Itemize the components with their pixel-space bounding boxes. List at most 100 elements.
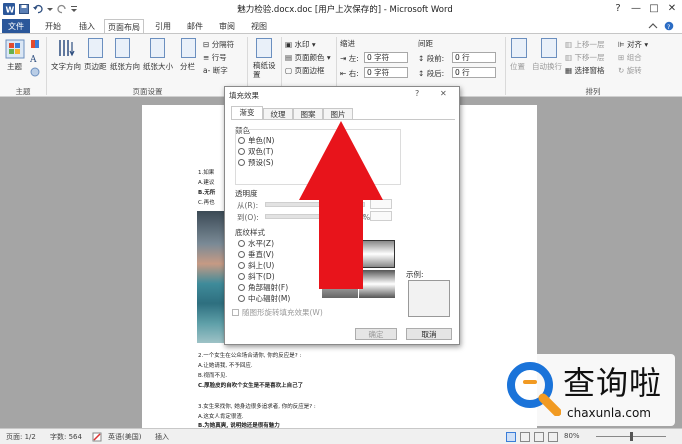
collapse-ribbon-icon[interactable] xyxy=(648,22,658,31)
rotate-fill-label: 随图形旋转填充效果(W) xyxy=(242,308,323,317)
zoom-thumb[interactable] xyxy=(630,432,633,441)
radio-vertical[interactable] xyxy=(238,251,245,258)
close-button[interactable]: ✕ xyxy=(664,2,680,16)
rotate-fill-checkbox[interactable] xyxy=(232,309,239,316)
radio-diagonal-down[interactable] xyxy=(238,273,245,280)
tab-page-layout[interactable]: 页面布局 xyxy=(104,19,144,34)
position-icon[interactable] xyxy=(511,38,527,58)
spacing-before-input[interactable]: 0 行 xyxy=(452,52,496,63)
rotate-button[interactable]: ↻ 旋转 xyxy=(618,65,642,76)
spacing-after-icon: ↕ xyxy=(418,69,425,78)
watermark-icon: ▣ xyxy=(285,40,293,49)
cancel-button[interactable]: 取消 xyxy=(406,328,452,340)
page-borders-button[interactable]: ▢ 页面边框 xyxy=(285,65,324,76)
outline-icon[interactable] xyxy=(548,432,558,442)
insert-mode[interactable]: 插入 xyxy=(155,432,169,442)
theme-effects-icon[interactable] xyxy=(30,67,40,77)
theme-fonts-icon[interactable]: A xyxy=(30,53,40,63)
radio-two-colors[interactable] xyxy=(238,148,245,155)
bring-forward-icon: ▥ xyxy=(565,40,573,49)
text-direction-label[interactable]: 文字方向 xyxy=(51,61,81,72)
align-button[interactable]: ⊫ 对齐 ▾ xyxy=(618,39,648,50)
help-button[interactable]: ? xyxy=(610,2,626,16)
group-label: 组合 xyxy=(626,53,642,62)
horizontal-label: 水平(Z) xyxy=(248,239,274,248)
radio-from-center[interactable] xyxy=(238,295,245,302)
doc-line: A.建议 xyxy=(198,180,215,186)
save-icon[interactable] xyxy=(18,3,30,15)
send-backward-button[interactable]: ▥ 下移一层 xyxy=(565,52,604,63)
ok-button[interactable]: 确定 xyxy=(355,328,397,340)
breaks-button[interactable]: ⊟ 分隔符 xyxy=(203,39,234,50)
theme-colors-icon[interactable] xyxy=(30,39,40,49)
manuscript-label[interactable]: 稿纸设置 xyxy=(253,61,277,79)
page-color-button[interactable]: ▤ 页面颜色 ▾ xyxy=(285,52,331,63)
tab-file[interactable]: 文件 xyxy=(2,19,30,34)
language[interactable]: 英语(美国) xyxy=(108,432,141,442)
position-label[interactable]: 位置 xyxy=(510,61,525,72)
columns-label[interactable]: 分栏 xyxy=(180,61,195,72)
indent-left-input[interactable]: 0 字符 xyxy=(364,52,408,63)
tab-mailings[interactable]: 邮件 xyxy=(182,19,208,34)
customize-qat-icon[interactable] xyxy=(70,3,78,15)
page-borders-icon: ▢ xyxy=(285,66,293,75)
indent-right-icon: ⇤ xyxy=(340,69,347,78)
line-numbers-button[interactable]: ≡ 行号 xyxy=(203,52,227,63)
tab-references[interactable]: 引用 xyxy=(150,19,176,34)
zoom-level[interactable]: 80% xyxy=(564,432,580,440)
page-count[interactable]: 页面: 1/2 xyxy=(6,432,36,442)
watermark-brand: 查询啦 xyxy=(563,364,663,402)
full-screen-reading-icon[interactable] xyxy=(520,432,530,442)
radio-horizontal[interactable] xyxy=(238,240,245,247)
print-layout-icon[interactable] xyxy=(506,432,516,442)
manuscript-icon[interactable] xyxy=(256,38,272,58)
group-label-arrange: 排列 xyxy=(585,87,601,96)
group-button[interactable]: ⊞ 组合 xyxy=(618,52,642,63)
proofing-icon[interactable] xyxy=(92,432,102,442)
status-bar: 页面: 1/2 字数: 564 英语(美国) 插入 80% xyxy=(0,428,682,444)
dialog-help-button[interactable]: ? xyxy=(415,89,419,98)
spacing-after-input[interactable]: 0 行 xyxy=(452,67,496,78)
maximize-button[interactable]: □ xyxy=(646,2,662,16)
radio-single-color[interactable] xyxy=(238,137,245,144)
dialog-close-button[interactable]: ✕ xyxy=(440,89,447,98)
margins-icon[interactable] xyxy=(88,38,103,58)
wrap-text-icon[interactable] xyxy=(541,38,557,58)
selection-pane-icon: ▦ xyxy=(565,66,573,75)
spacing-before-icon: ↕ xyxy=(418,54,425,63)
watermark-button[interactable]: ▣ 水印 ▾ xyxy=(285,39,316,50)
bring-forward-button[interactable]: ▥ 上移一层 xyxy=(565,39,604,50)
orientation-icon[interactable] xyxy=(115,38,130,58)
transparency-section-label: 透明度 xyxy=(235,189,258,198)
undo-dropdown-icon[interactable] xyxy=(46,3,54,15)
tab-home[interactable]: 开始 xyxy=(40,19,66,34)
text-direction-icon[interactable] xyxy=(56,37,78,59)
group-separator xyxy=(46,37,47,95)
themes-button[interactable] xyxy=(4,38,26,62)
web-layout-icon[interactable] xyxy=(534,432,544,442)
wrap-text-label[interactable]: 自动换行 xyxy=(532,61,562,72)
undo-icon[interactable] xyxy=(32,3,44,15)
doc-line: C.再也 xyxy=(198,200,215,206)
tab-gradient[interactable]: 渐变 xyxy=(231,106,263,120)
size-icon[interactable] xyxy=(150,38,165,58)
help-circle-icon[interactable]: ? xyxy=(664,21,674,31)
radio-from-corner[interactable] xyxy=(238,284,245,291)
tab-review[interactable]: 审阅 xyxy=(214,19,240,34)
indent-title: 缩进 xyxy=(340,39,355,48)
hyphenation-button[interactable]: a- 断字 xyxy=(203,65,228,76)
redo-icon[interactable] xyxy=(56,3,68,15)
size-label[interactable]: 纸张大小 xyxy=(143,61,173,72)
margins-label[interactable]: 页边距 xyxy=(84,61,107,72)
orientation-label[interactable]: 纸张方向 xyxy=(110,61,140,72)
word-count[interactable]: 字数: 564 xyxy=(50,432,82,442)
word-app-icon[interactable]: W xyxy=(3,3,15,15)
selection-pane-button[interactable]: ▦ 选择窗格 xyxy=(565,65,604,76)
radio-preset[interactable] xyxy=(238,159,245,166)
minimize-button[interactable]: — xyxy=(628,2,644,16)
indent-right-input[interactable]: 0 字符 xyxy=(364,67,408,78)
radio-diagonal-up[interactable] xyxy=(238,262,245,269)
tab-view[interactable]: 视图 xyxy=(246,19,272,34)
columns-icon[interactable] xyxy=(181,38,196,58)
tab-insert[interactable]: 插入 xyxy=(74,19,100,34)
